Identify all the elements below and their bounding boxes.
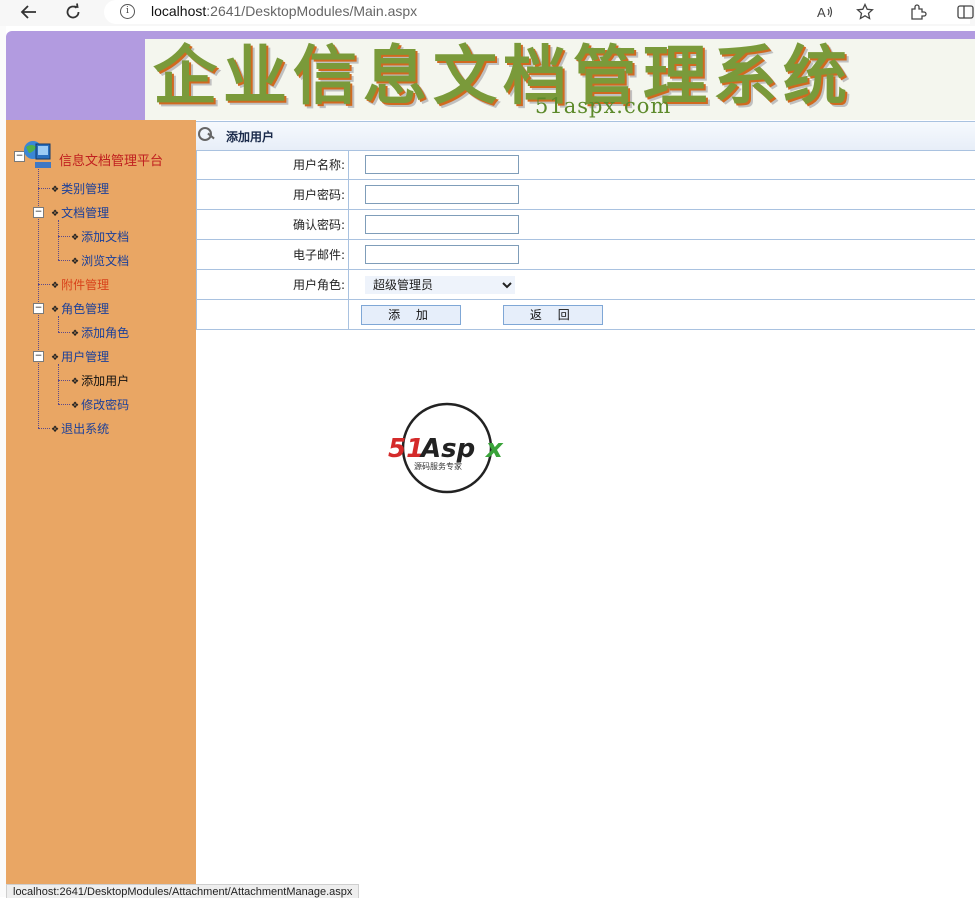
form-header: 添加用户 bbox=[196, 121, 975, 151]
form-row: 电子邮件: bbox=[197, 240, 975, 270]
field-cell bbox=[349, 150, 975, 180]
tree-collapse-toggle[interactable]: − bbox=[33, 303, 44, 314]
field-cell bbox=[349, 210, 975, 240]
tree-line bbox=[58, 380, 70, 381]
bullet-icon: ❖ bbox=[51, 305, 59, 315]
role-select[interactable]: 超级管理员 bbox=[365, 276, 515, 294]
svg-text:Asp: Asp bbox=[419, 434, 475, 464]
sidebar-item-add-user[interactable]: ❖添加用户 bbox=[71, 372, 129, 389]
form-row: 用户角色: 超级管理员 bbox=[197, 270, 975, 300]
form-title: 添加用户 bbox=[226, 128, 274, 145]
extensions-icon[interactable] bbox=[907, 1, 929, 23]
tree-line bbox=[58, 404, 70, 405]
field-cell bbox=[349, 180, 975, 210]
globe-computer-icon bbox=[22, 138, 52, 172]
url-text: localhost:2641/DesktopModules/Main.aspx bbox=[151, 3, 417, 19]
field-label: 用户密码: bbox=[197, 180, 349, 210]
split-screen-icon[interactable] bbox=[954, 1, 975, 23]
form-row: 用户密码: bbox=[197, 180, 975, 210]
bullet-icon: ❖ bbox=[71, 377, 79, 387]
tree-root-label: 信息文档管理平台 bbox=[59, 154, 163, 169]
site-info-icon[interactable]: i bbox=[120, 4, 135, 19]
empty-label bbox=[197, 300, 349, 330]
tree-line bbox=[58, 236, 70, 237]
field-label: 用户角色: bbox=[197, 270, 349, 300]
password-input[interactable] bbox=[365, 185, 519, 204]
sidebar-item-category[interactable]: ❖类别管理 bbox=[51, 180, 109, 197]
field-cell: 超级管理员 bbox=[349, 270, 975, 300]
banner-left-panel bbox=[6, 31, 145, 120]
sidebar-item-add-document[interactable]: ❖添加文档 bbox=[71, 228, 129, 245]
bullet-icon: ❖ bbox=[71, 257, 79, 267]
username-input[interactable] bbox=[365, 155, 519, 174]
tree-collapse-toggle[interactable]: − bbox=[33, 351, 44, 362]
tree-line bbox=[58, 364, 59, 404]
form-row: 确认密码: bbox=[197, 210, 975, 240]
back-arrow-icon[interactable] bbox=[14, 0, 44, 24]
field-label: 确认密码: bbox=[197, 210, 349, 240]
reload-icon[interactable] bbox=[58, 0, 88, 24]
bullet-icon: ❖ bbox=[51, 281, 59, 291]
51aspx-logo: 51 Asp x 源码服务专家 bbox=[388, 402, 512, 494]
back-button[interactable]: 返 回 bbox=[503, 305, 603, 325]
tree-line bbox=[38, 284, 50, 285]
svg-text:A: A bbox=[817, 5, 826, 20]
bullet-icon: ❖ bbox=[51, 425, 59, 435]
banner-top-strip bbox=[145, 31, 975, 39]
svg-text:源码服务专家: 源码服务专家 bbox=[414, 461, 462, 471]
field-cell bbox=[349, 240, 975, 270]
form-row: 添 加 返 回 bbox=[197, 300, 975, 330]
tree-line bbox=[58, 220, 59, 260]
svg-text:x: x bbox=[484, 434, 504, 464]
tree-line bbox=[38, 428, 50, 429]
tree-line bbox=[58, 260, 70, 261]
magnifier-icon bbox=[198, 127, 212, 141]
field-label: 电子邮件: bbox=[197, 240, 349, 270]
tree-collapse-toggle[interactable]: − bbox=[33, 207, 44, 218]
site-banner: 企业信息文档管理系统 51aspx.com bbox=[145, 39, 975, 120]
sidebar-item-users[interactable]: ❖用户管理 bbox=[51, 348, 109, 365]
field-label: 用户名称: bbox=[197, 150, 349, 180]
bullet-icon: ❖ bbox=[51, 209, 59, 219]
banner-title: 企业信息文档管理系统 bbox=[153, 41, 853, 113]
tree-root[interactable]: 信息文档管理平台 bbox=[59, 150, 163, 169]
browser-toolbar: i localhost:2641/DesktopModules/Main.asp… bbox=[0, 0, 975, 26]
email-input[interactable] bbox=[365, 245, 519, 264]
bullet-icon: ❖ bbox=[71, 401, 79, 411]
add-button[interactable]: 添 加 bbox=[361, 305, 461, 325]
form-row: 用户名称: bbox=[197, 150, 975, 180]
tree-line bbox=[38, 166, 39, 428]
read-aloud-icon[interactable]: A bbox=[814, 1, 836, 23]
sidebar-item-documents[interactable]: ❖文档管理 bbox=[51, 204, 109, 221]
tree-line bbox=[58, 332, 70, 333]
banner-subtitle: 51aspx.com bbox=[535, 94, 671, 118]
bullet-icon: ❖ bbox=[71, 233, 79, 243]
bullet-icon: ❖ bbox=[71, 329, 79, 339]
buttons-cell: 添 加 返 回 bbox=[349, 300, 975, 330]
tree-line bbox=[38, 188, 50, 189]
sidebar-item-attachments[interactable]: ❖附件管理 bbox=[51, 276, 109, 293]
address-bar[interactable]: i localhost:2641/DesktopModules/Main.asp… bbox=[104, 0, 970, 24]
sidebar-item-browse-documents[interactable]: ❖浏览文档 bbox=[71, 252, 129, 269]
status-bar-url: localhost:2641/DesktopModules/Attachment… bbox=[6, 884, 359, 898]
sidebar-item-add-role[interactable]: ❖添加角色 bbox=[71, 324, 129, 341]
svg-text:51: 51 bbox=[388, 434, 424, 464]
sidebar-item-logout[interactable]: ❖退出系统 bbox=[51, 420, 109, 437]
confirm-password-input[interactable] bbox=[365, 215, 519, 234]
sidebar-item-change-password[interactable]: ❖修改密码 bbox=[71, 396, 129, 413]
bullet-icon: ❖ bbox=[51, 185, 59, 195]
sidebar-item-roles[interactable]: ❖角色管理 bbox=[51, 300, 109, 317]
favorite-star-icon[interactable] bbox=[854, 1, 876, 23]
add-user-form: 用户名称: 用户密码: 确认密码: 电子邮件: 用户角色: 超级管理员 添 bbox=[196, 150, 975, 330]
tree-line bbox=[58, 316, 59, 332]
bullet-icon: ❖ bbox=[51, 353, 59, 363]
